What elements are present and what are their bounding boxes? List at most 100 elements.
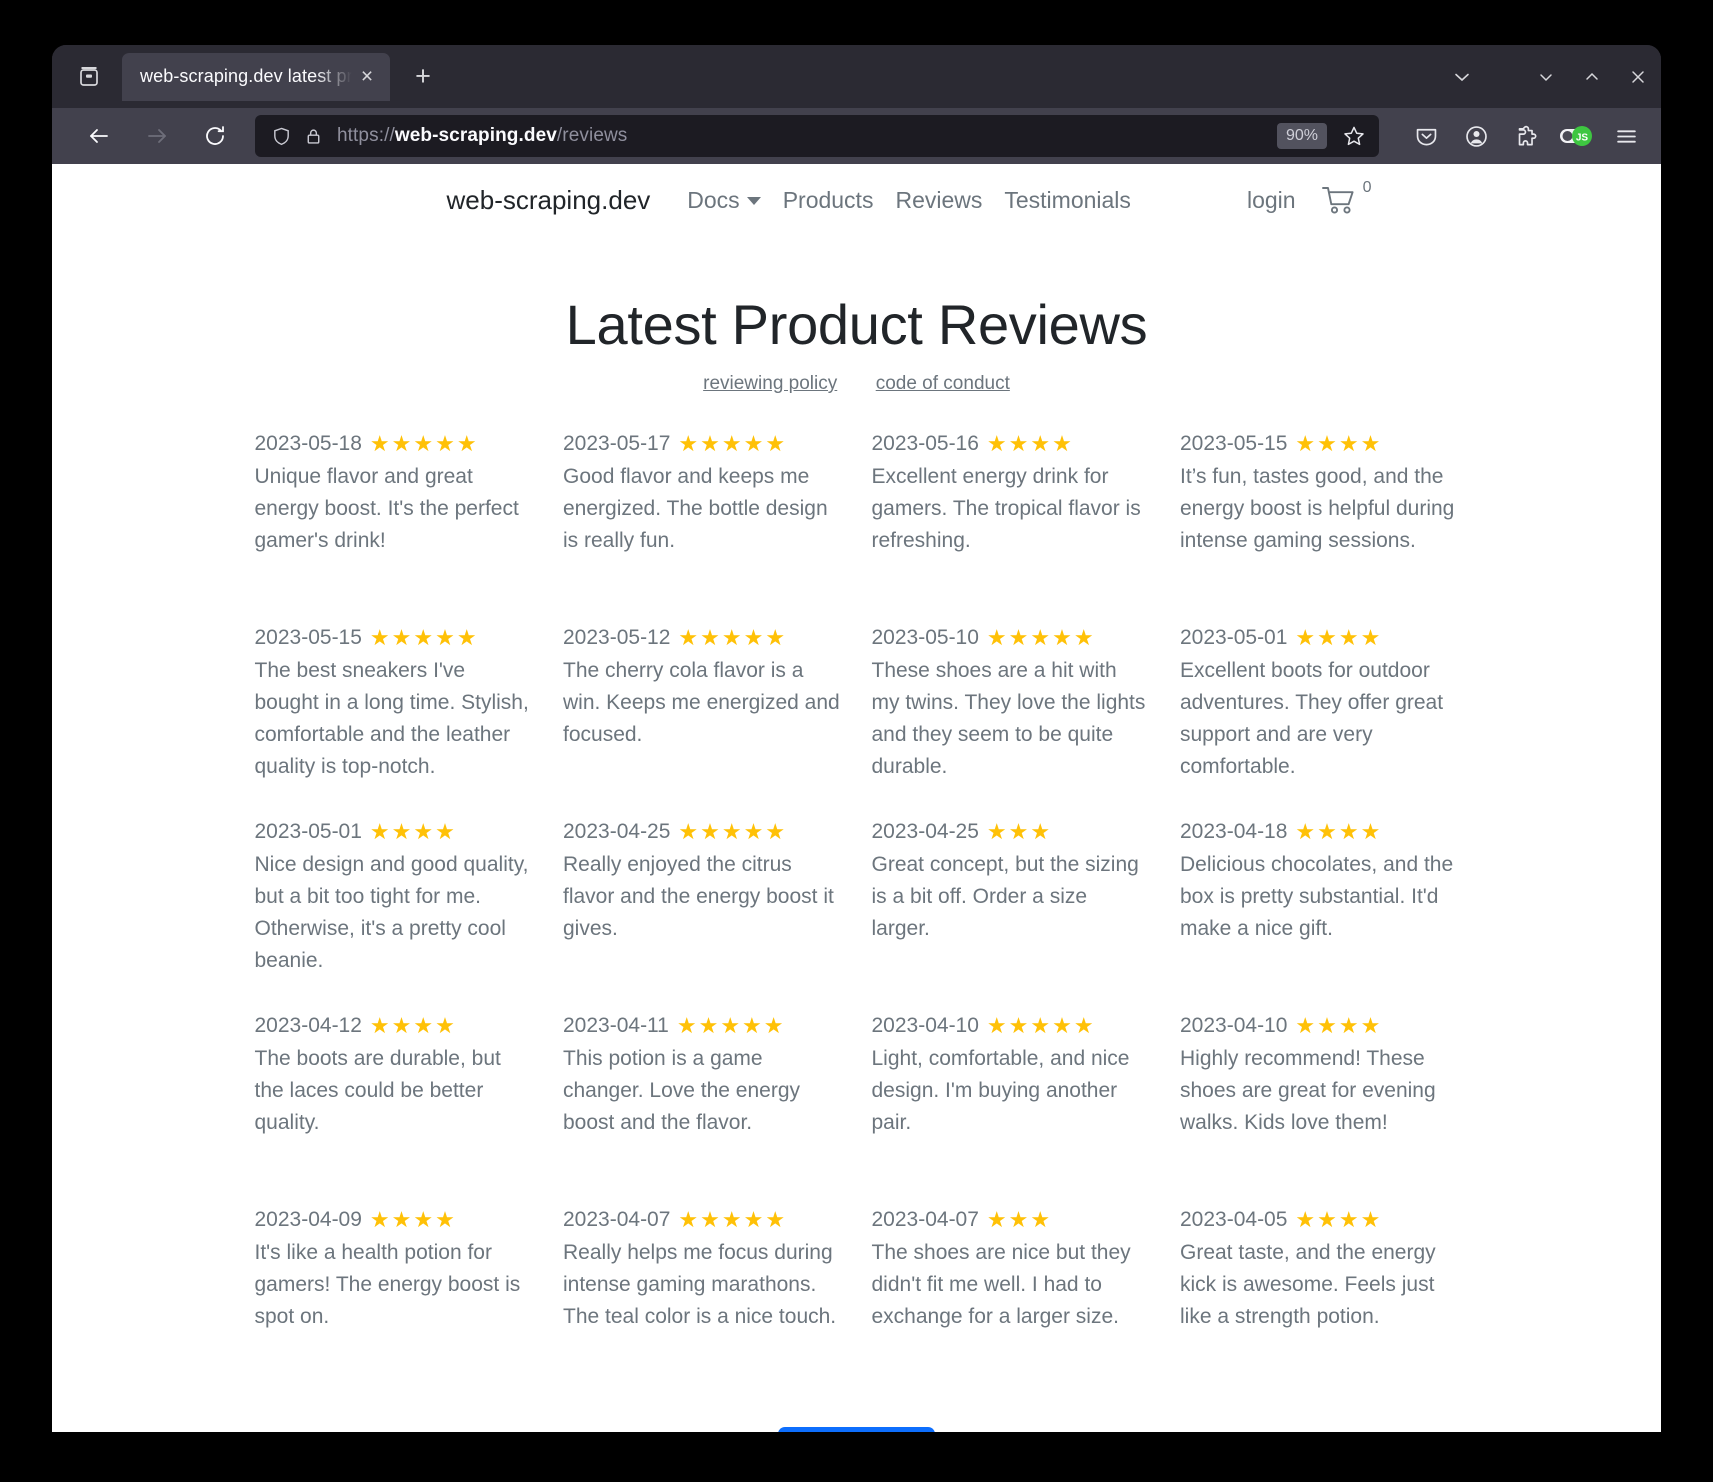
review-card: 2023-05-15★★★★It’s fun, tastes good, and… (1180, 431, 1459, 625)
cart-button[interactable]: 0 (1320, 183, 1372, 217)
firefox-view-icon[interactable] (66, 54, 112, 100)
page-viewport: web-scraping.dev Docs Products Reviews T… (52, 164, 1661, 1432)
browser-tab[interactable]: web-scraping.dev latest produ × (122, 53, 390, 101)
review-header: 2023-04-09★★★★ (255, 1207, 534, 1233)
review-card: 2023-04-09★★★★It's like a health potion … (255, 1207, 534, 1401)
review-rating-stars: ★★★★★ (678, 625, 787, 651)
shield-icon[interactable] (271, 126, 292, 147)
review-card: 2023-04-05★★★★Great taste, and the energ… (1180, 1207, 1459, 1401)
review-rating-stars: ★★★★★ (987, 625, 1096, 651)
address-bar[interactable]: https://web-scraping.dev/reviews 90% (255, 115, 1379, 157)
review-card: 2023-05-10★★★★★These shoes are a hit wit… (872, 625, 1151, 819)
review-rating-stars: ★★★★★ (678, 819, 787, 845)
review-header: 2023-05-15 ★★★★★ (255, 625, 534, 651)
nav-item-reviews[interactable]: Reviews (884, 187, 993, 214)
review-rating-stars: ★★★★ (987, 431, 1074, 457)
review-rating-stars: ★★★★ (370, 1013, 457, 1039)
url-host: web-scraping.dev (395, 125, 557, 146)
forward-icon[interactable] (135, 114, 179, 158)
tab-title: web-scraping.dev latest produ (140, 66, 354, 87)
code-of-conduct-link[interactable]: code of conduct (876, 373, 1010, 394)
review-header: 2023-05-17 ★★★★★ (563, 431, 842, 457)
review-date: 2023-04-05 (1180, 1208, 1287, 1232)
pocket-icon[interactable] (1405, 115, 1447, 157)
review-rating-stars: ★★★★ (1295, 1013, 1382, 1039)
review-header: 2023-04-11★★★★★ (563, 1013, 842, 1039)
review-date: 2023-04-11 (563, 1014, 669, 1038)
review-text: Delicious chocolates, and the box is pre… (1180, 849, 1459, 945)
site-nav-links: Docs Products Reviews Testimonials (676, 187, 1142, 214)
review-rating-stars: ★★★★★ (678, 431, 787, 457)
review-date: 2023-04-07 (563, 1208, 670, 1232)
new-tab-button[interactable]: + (400, 53, 446, 101)
review-header: 2023-04-25★★★ (872, 819, 1151, 845)
review-header: 2023-04-05 ★★★★ (1180, 1207, 1459, 1233)
nav-item-docs[interactable]: Docs (676, 187, 771, 214)
review-rating-stars: ★★★★★ (987, 1013, 1096, 1039)
minimize-icon[interactable] (1523, 45, 1569, 108)
review-header: 2023-05-10 ★★★★★ (872, 625, 1151, 651)
account-icon[interactable] (1455, 115, 1497, 157)
lock-icon[interactable] (304, 127, 323, 146)
cart-icon (1320, 183, 1360, 217)
review-text: Excellent boots for outdoor adventures. … (1180, 655, 1459, 784)
zoom-level-badge[interactable]: 90% (1277, 123, 1327, 149)
url-text: https://web-scraping.dev/reviews (337, 125, 1277, 147)
site-brand[interactable]: web-scraping.dev (447, 185, 651, 216)
load-more-button[interactable]: Load More (778, 1427, 935, 1432)
review-date: 2023-04-25 (563, 820, 670, 844)
reload-icon[interactable] (193, 114, 237, 158)
review-rating-stars: ★★★★ (1295, 625, 1382, 651)
close-window-icon[interactable] (1615, 45, 1661, 108)
review-rating-stars: ★★★★ (370, 1207, 457, 1233)
login-link[interactable]: login (1247, 187, 1296, 214)
url-path: /reviews (557, 125, 627, 146)
review-card: 2023-04-25★★★★★Really enjoyed the citrus… (563, 819, 842, 1013)
site-nav-right: login 0 (1247, 183, 1372, 217)
review-card: 2023-04-25★★★ Great concept, but the sizi… (872, 819, 1151, 1013)
desktop-background: web-scraping.dev latest produ × + (0, 0, 1713, 1482)
review-text: Highly recommend! These shoes are great … (1180, 1043, 1459, 1139)
review-text: This potion is a game changer. Love the … (563, 1043, 842, 1139)
nav-item-products[interactable]: Products (772, 187, 885, 214)
js-badge-label: JS (1576, 132, 1589, 143)
bookmark-star-icon[interactable] (1337, 124, 1371, 148)
review-rating-stars: ★★★★ (1295, 1207, 1382, 1233)
review-rating-stars: ★★★★ (370, 819, 457, 845)
cart-count: 0 (1363, 179, 1372, 197)
tab-close-icon[interactable]: × (354, 66, 380, 87)
review-date: 2023-05-15 (255, 626, 362, 650)
review-card: 2023-05-01★★★★Nice design and good quali… (255, 819, 534, 1013)
review-text: It’s fun, tastes good, and the energy bo… (1180, 461, 1459, 557)
review-date: 2023-05-12 (563, 626, 670, 650)
nav-item-testimonials[interactable]: Testimonials (993, 187, 1142, 214)
review-date: 2023-04-10 (1180, 1014, 1287, 1038)
review-date: 2023-05-16 (872, 432, 979, 456)
review-card: 2023-04-18★★★★Delicious chocolates, and … (1180, 819, 1459, 1013)
review-text: Great concept, but the sizing is a bit o… (872, 849, 1151, 945)
page-title: Latest Product Reviews (52, 292, 1661, 357)
tab-list-chevron-icon[interactable] (1439, 45, 1485, 108)
review-text: Nice design and good quality, but a bit … (255, 849, 534, 978)
review-text: The best sneakers I've bought in a long … (255, 655, 534, 784)
review-date: 2023-04-25 (872, 820, 979, 844)
maximize-icon[interactable] (1569, 45, 1615, 108)
review-card: 2023-05-12★★★★★The cherry cola flavor is… (563, 625, 842, 819)
back-icon[interactable] (77, 114, 121, 158)
javascript-toggle-icon[interactable]: JS (1555, 115, 1597, 157)
titlebar-gap (1485, 45, 1523, 108)
reviewing-policy-link[interactable]: reviewing policy (703, 373, 837, 394)
review-header: 2023-05-12 ★★★★★ (563, 625, 842, 651)
extensions-icon[interactable] (1505, 115, 1547, 157)
navigation-toolbar: https://web-scraping.dev/reviews 90% (52, 108, 1661, 164)
review-date: 2023-05-17 (563, 432, 670, 456)
review-header: 2023-05-16 ★★★★ (872, 431, 1151, 457)
review-date: 2023-04-12 (255, 1014, 362, 1038)
review-header: 2023-04-07★★★ (872, 1207, 1151, 1233)
review-date: 2023-05-10 (872, 626, 979, 650)
review-text: Light, comfortable, and nice design. I'm… (872, 1043, 1151, 1139)
review-card: 2023-05-01★★★★Excellent boots for outdoo… (1180, 625, 1459, 819)
review-header: 2023-04-10★★★★★ (872, 1013, 1151, 1039)
app-menu-icon[interactable] (1605, 115, 1647, 157)
review-rating-stars: ★★★★★ (370, 625, 479, 651)
